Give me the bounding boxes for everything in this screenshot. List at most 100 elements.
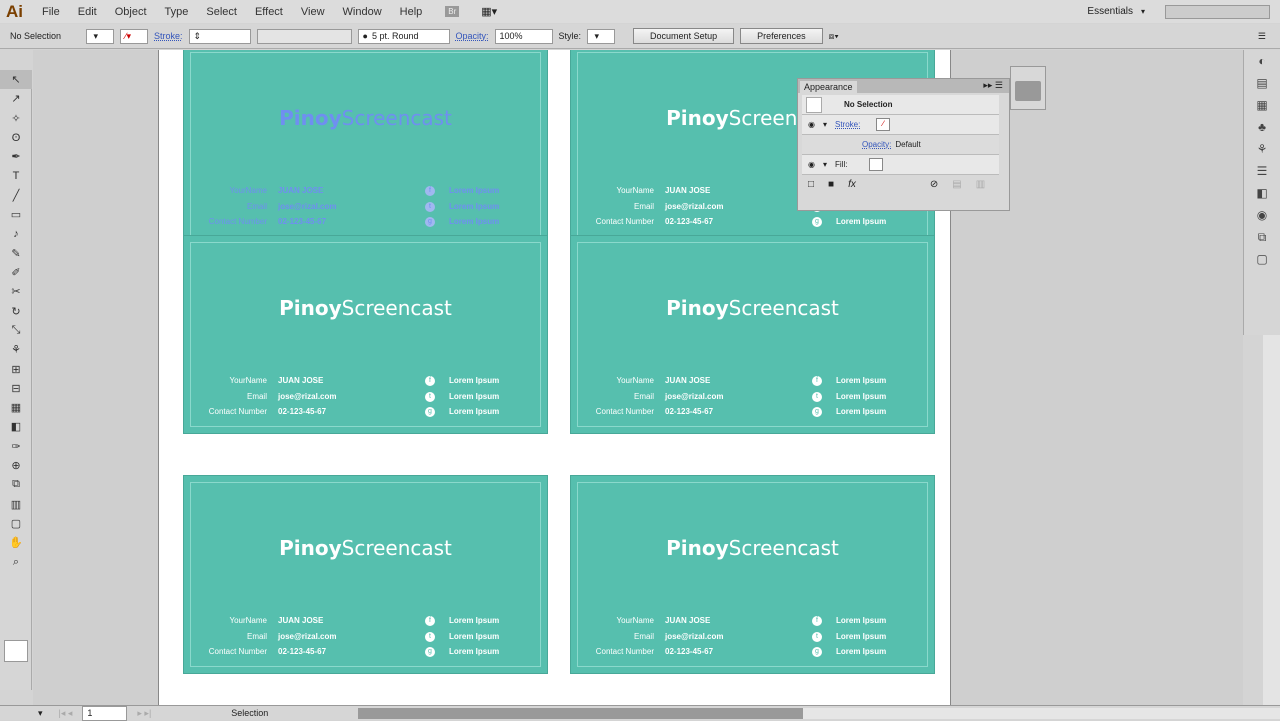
opacity-label[interactable]: Opacity:	[456, 31, 489, 41]
social-text: Lorem Ipsum	[449, 217, 500, 226]
swatch-fill-stroke[interactable]	[4, 640, 28, 662]
tool-icon[interactable]: ✂	[0, 282, 32, 301]
collapse-triangle-icon[interactable]: ▾	[823, 120, 827, 129]
visibility-eye-icon[interactable]: ◉	[808, 160, 815, 169]
tool-icon[interactable]: ⊞	[0, 359, 32, 378]
artboard-number-field[interactable]: 1	[82, 705, 128, 721]
opacity-attribute[interactable]: Opacity:	[862, 140, 891, 149]
menu-view[interactable]: View	[292, 6, 334, 18]
tool-icon[interactable]: ↖	[0, 70, 32, 90]
stroke-label[interactable]: Stroke:	[154, 31, 183, 41]
tool-icon[interactable]: ✧	[0, 109, 32, 128]
tool-icon[interactable]: ▥	[0, 495, 32, 514]
tool-icon[interactable]: ◧	[0, 417, 32, 436]
delete-icon[interactable]: ▥	[976, 179, 985, 190]
menu-type[interactable]: Type	[156, 6, 198, 18]
appearance-tab[interactable]: Appearance	[800, 81, 857, 93]
search-input[interactable]	[1165, 4, 1270, 19]
document-setup-button[interactable]: Document Setup	[633, 28, 735, 44]
tool-icon[interactable]: ✎	[0, 244, 32, 263]
tool-icon[interactable]: ⤡	[0, 321, 32, 340]
variable-width-select[interactable]	[256, 28, 352, 44]
business-card[interactable]: PinoyScreencast YourName JUAN JOSE f Lorem I…	[183, 475, 548, 674]
tool-icon[interactable]: ▢	[0, 514, 32, 533]
panel-icon[interactable]: ▤	[1244, 72, 1280, 94]
stroke-attribute[interactable]: Stroke:	[835, 120, 860, 129]
menu-file[interactable]: File	[33, 6, 69, 18]
tool-icon[interactable]: ✒	[0, 147, 32, 166]
preferences-button[interactable]: Preferences	[740, 28, 823, 44]
menu-edit[interactable]: Edit	[69, 6, 106, 18]
tool-icon[interactable]: ↻	[0, 302, 32, 321]
workspace-switcher[interactable]: Essentials	[1087, 6, 1133, 17]
panel-icon[interactable]: ◧	[1244, 182, 1280, 204]
menu-object[interactable]: Object	[106, 6, 156, 18]
stroke-weight-field[interactable]: ⇕	[188, 28, 251, 44]
tool-icon[interactable]: ╱	[0, 186, 32, 205]
isolate-icon[interactable]: ⧈▾	[829, 31, 839, 42]
panel-icon[interactable]: ◉	[1244, 204, 1280, 226]
duplicate-icon[interactable]: ▤	[952, 179, 961, 190]
opacity-field[interactable]: 100%	[494, 28, 553, 44]
horizontal-scrollbar[interactable]	[358, 707, 1280, 719]
tool-icon[interactable]: ▦	[0, 398, 32, 417]
add-stroke-icon[interactable]: □	[808, 179, 814, 190]
tool-icon[interactable]: ʘ	[0, 128, 32, 147]
tool-icon[interactable]: ↗	[0, 89, 32, 108]
clear-appearance-icon[interactable]: ⊘	[930, 179, 938, 190]
add-fill-icon[interactable]: ■	[828, 179, 834, 190]
fill-swatch[interactable]: ▾	[86, 28, 114, 44]
panel-icon[interactable]: ▦	[1244, 94, 1280, 116]
panel-icon[interactable]: ♣	[1244, 116, 1280, 138]
next-artboard-button[interactable]: ▸ ▸|	[137, 708, 151, 719]
stroke-swatch[interactable]: ∕▾	[120, 28, 148, 44]
panel-icon[interactable]: ▢	[1244, 248, 1280, 270]
stroke-none-swatch[interactable]: ∕	[876, 118, 891, 131]
panel-menu-icon[interactable]: ☰	[1258, 31, 1266, 42]
visibility-eye-icon[interactable]: ◉	[808, 120, 815, 129]
field-label: Email	[246, 631, 267, 641]
social-icon: g	[425, 407, 435, 417]
canvas[interactable]: PinoyScreencast YourName JUAN JOSE f Lorem I…	[33, 50, 1243, 705]
tool-icon[interactable]: ⊕	[0, 456, 32, 475]
social-icon: t	[425, 201, 435, 212]
tool-icon[interactable]: ⌕	[0, 552, 32, 571]
arrange-documents-icon[interactable]: ▦▾	[481, 5, 497, 18]
vertical-scrollbar[interactable]	[1263, 335, 1280, 705]
menu-help[interactable]: Help	[391, 6, 432, 18]
fill-attribute[interactable]: Fill:	[835, 160, 847, 169]
style-select[interactable]: ▾	[587, 28, 616, 44]
business-card[interactable]: PinoyScreencast YourName JUAN JOSE f Lorem I…	[183, 235, 548, 434]
field-label: Contact Number	[208, 217, 267, 226]
panel-menu-icon[interactable]: ▸▸ ☰	[983, 80, 1003, 91]
social-text: Lorem Ipsum	[836, 631, 887, 641]
collapsed-panel-icon[interactable]	[1015, 81, 1041, 101]
tool-icon[interactable]: ✐	[0, 263, 32, 282]
menu-effect[interactable]: Effect	[246, 6, 292, 18]
menu-select[interactable]: Select	[197, 6, 246, 18]
bridge-icon[interactable]: Br	[445, 6, 460, 17]
business-card[interactable]: PinoyScreencast YourName JUAN JOSE f Lorem I…	[183, 50, 548, 244]
tool-icon[interactable]: ⊟	[0, 379, 32, 398]
field-label: Email	[633, 391, 654, 401]
brush-select[interactable]: ● 5 pt. Round	[357, 28, 450, 44]
fx-icon[interactable]: fx	[848, 179, 856, 190]
business-card[interactable]: PinoyScreencast YourName JUAN JOSE f Lorem I…	[570, 475, 935, 674]
panel-icon[interactable]: ◐	[1244, 50, 1280, 72]
tool-icon[interactable]: ▭	[0, 205, 32, 224]
tool-icon[interactable]: ✑	[0, 437, 32, 456]
tool-icon[interactable]: ♪	[0, 224, 32, 243]
zoom-select[interactable]: ▾	[38, 708, 43, 719]
tool-icon[interactable]: T	[0, 166, 32, 185]
prev-artboard-button[interactable]: |◂ ◂	[59, 708, 73, 719]
menu-window[interactable]: Window	[334, 6, 391, 18]
tool-icon[interactable]: ⚘	[0, 340, 32, 359]
panel-icon[interactable]: ☰	[1244, 160, 1280, 182]
fill-swatch[interactable]	[869, 158, 884, 171]
business-card[interactable]: PinoyScreencast YourName JUAN JOSE f Lorem I…	[570, 235, 935, 434]
panel-icon[interactable]: ⧉	[1244, 226, 1280, 248]
tool-icon[interactable]: ⧉	[0, 475, 32, 494]
collapse-triangle-icon[interactable]: ▾	[823, 160, 827, 169]
tool-icon[interactable]: ✋	[0, 533, 32, 552]
panel-icon[interactable]: ⚘	[1244, 138, 1280, 160]
